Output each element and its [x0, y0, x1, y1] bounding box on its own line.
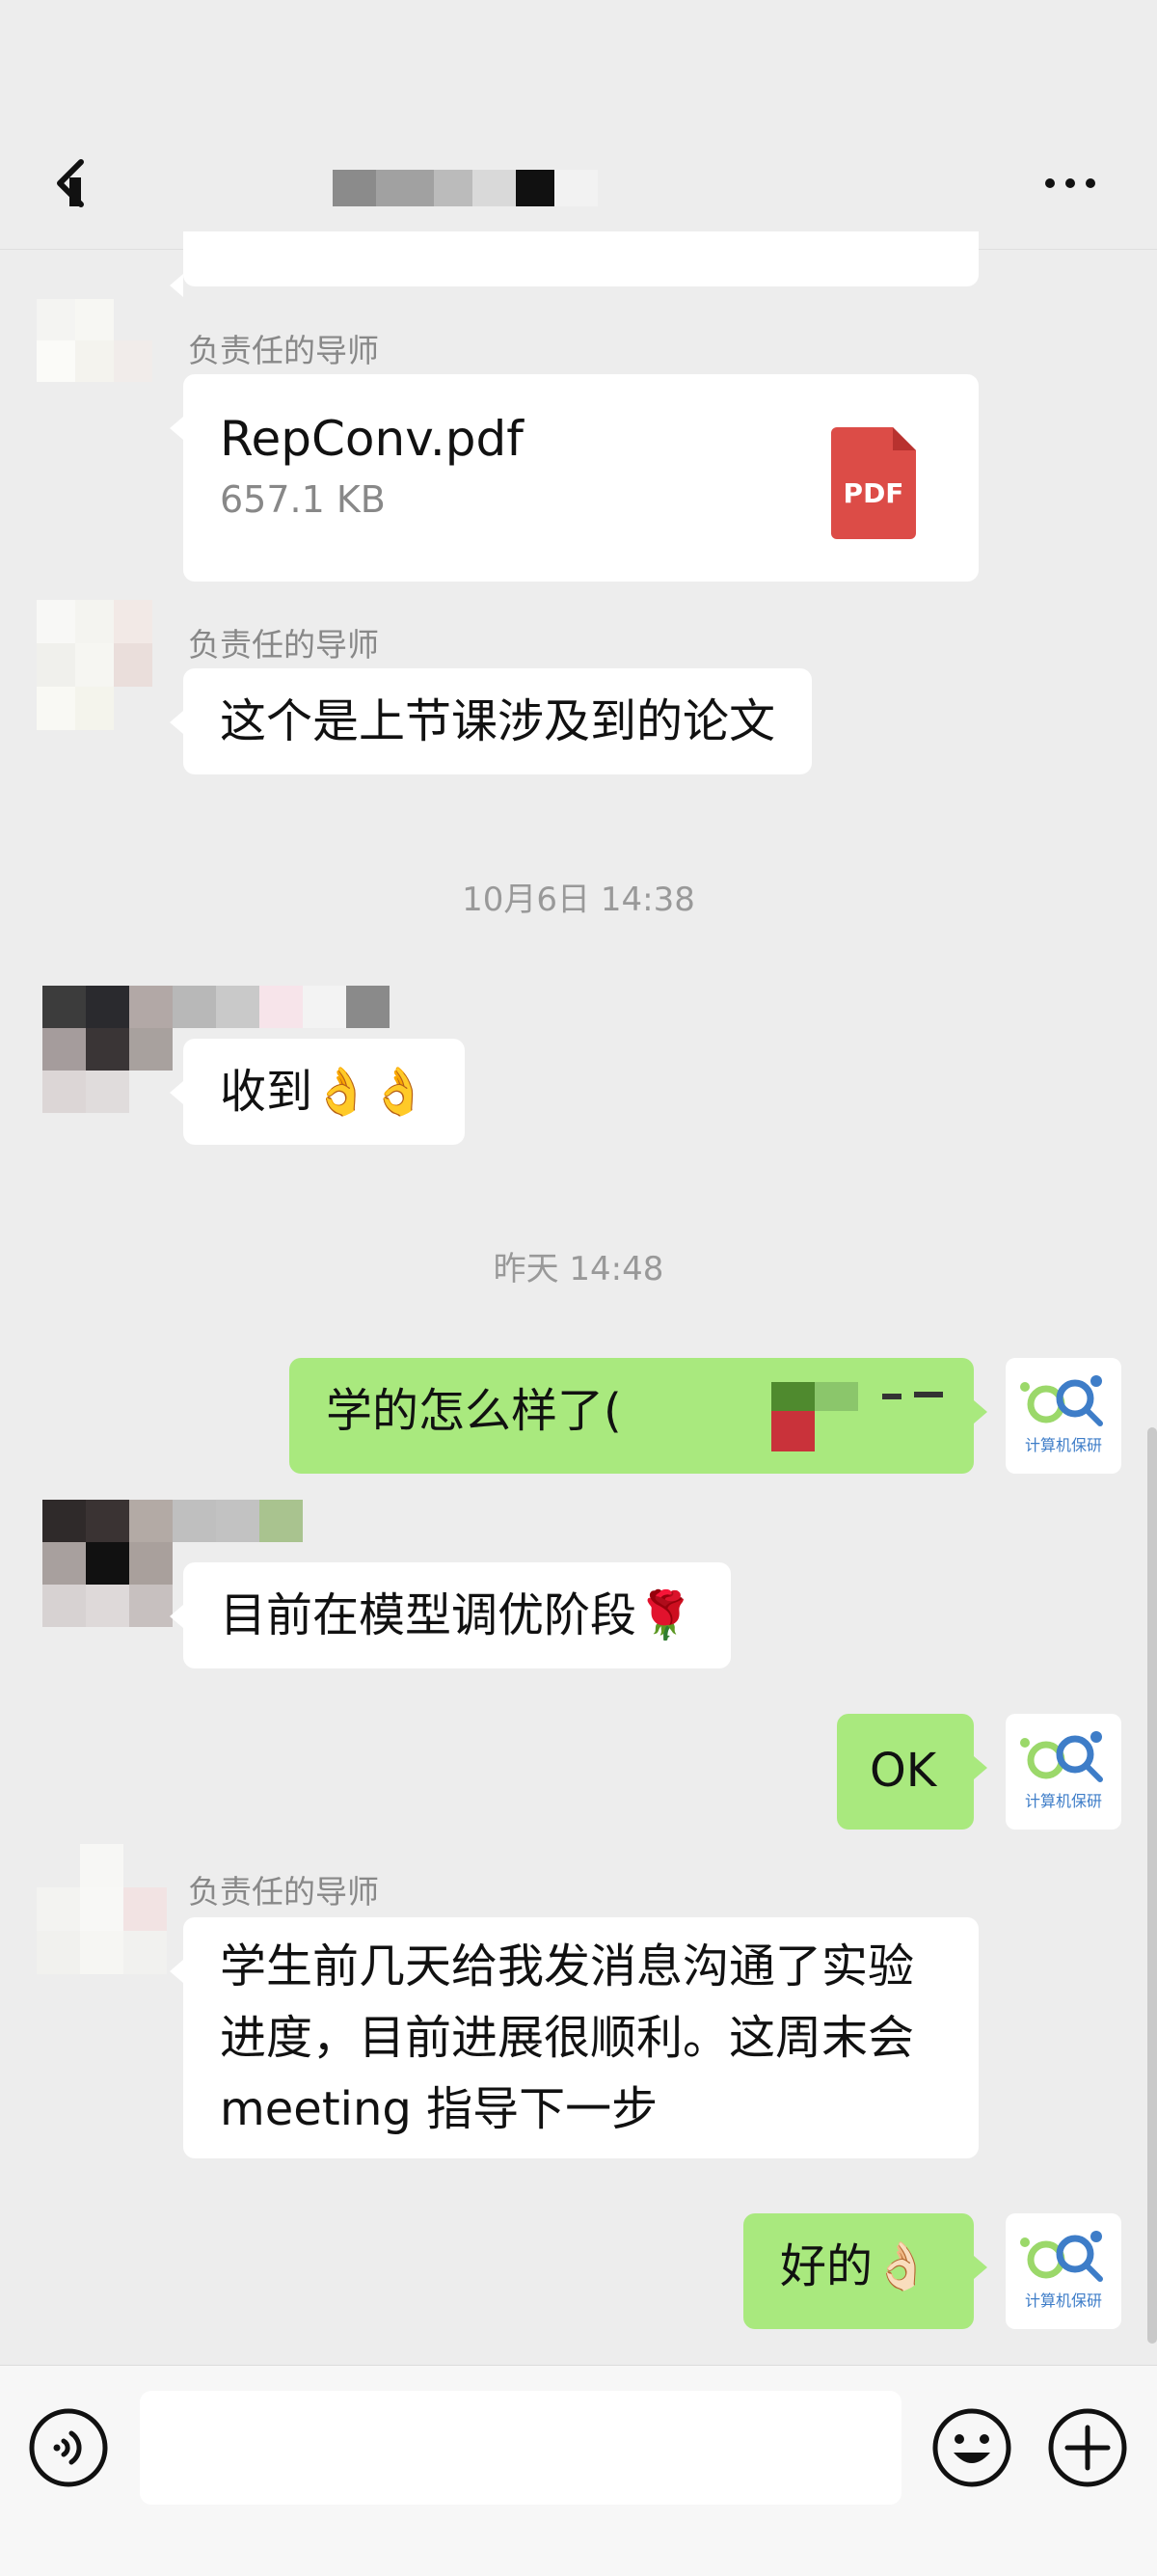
message-bubble-partial[interactable] [170, 231, 979, 297]
voice-icon [29, 2408, 108, 2487]
brand-logo-icon: 计算机保研 [1020, 1731, 1103, 1810]
brand-label: 计算机保研 [1025, 1792, 1102, 1810]
timestamp: 昨天 14:48 [493, 1250, 664, 1288]
sender-name: 负责任的导师 [188, 332, 379, 369]
chevron-left-icon [57, 159, 84, 207]
sender-avatar[interactable] [37, 1844, 167, 1974]
message-bubble-outgoing[interactable]: OK [837, 1714, 987, 1830]
chat-title-redacted [333, 170, 603, 206]
brand-logo-icon: 计算机保研 [1020, 2231, 1103, 2310]
message-text: 收到👌👌 [220, 1065, 428, 1119]
more-dots-icon [1045, 178, 1095, 188]
message-text: 这个是上节课涉及到的论文 [220, 694, 776, 748]
sender-avatar[interactable] [37, 299, 152, 424]
self-avatar[interactable]: 计算机保研 [1006, 2213, 1121, 2329]
message-bubble[interactable]: 学生前几天给我发消息沟通了实验进度，目前进展很顺利。这周末会 meeting 指… [170, 1917, 979, 2158]
redaction-block [771, 1382, 955, 1469]
file-message[interactable]: RepConv.pdf 657.1 KB PDF [170, 374, 979, 582]
more-actions-button[interactable] [1046, 2406, 1129, 2489]
timestamp: 10月6日 14:38 [462, 881, 695, 919]
input-bar [0, 2365, 1157, 2576]
message-bubble[interactable]: 这个是上节课涉及到的论文 [169, 668, 813, 774]
sender-avatar[interactable] [37, 600, 152, 730]
emoji-icon [932, 2408, 1011, 2487]
scrollbar[interactable] [1147, 1427, 1157, 2344]
plus-icon [1048, 2408, 1127, 2487]
sender-name: 负责任的导师 [188, 626, 379, 664]
message-bubble-outgoing[interactable]: 好的👌🏻 [743, 2213, 987, 2329]
pdf-file-icon: PDF [831, 427, 916, 539]
message-bubble[interactable]: 目前在模型调优阶段🌹 [170, 1562, 731, 1668]
self-avatar[interactable]: 计算机保研 [1006, 1714, 1121, 1830]
message-bubble-outgoing[interactable]: 学的怎么样了( [289, 1358, 987, 1474]
brand-logo-icon: 计算机保研 [1020, 1375, 1103, 1454]
self-avatar[interactable]: 计算机保研 [1006, 1358, 1121, 1474]
sender-name: 负责任的导师 [188, 1873, 379, 1911]
emoji-button[interactable] [930, 2406, 1013, 2489]
more-button[interactable] [1036, 164, 1104, 203]
brand-label: 计算机保研 [1025, 1436, 1102, 1454]
brand-label: 计算机保研 [1025, 2291, 1102, 2310]
message-input[interactable] [140, 2391, 901, 2505]
message-text: 学生前几天给我发消息沟通了实验进度，目前进展很顺利。这周末会 meeting 指… [220, 1939, 915, 2136]
message-bubble[interactable]: 收到👌👌 [170, 1039, 465, 1145]
message-text: 目前在模型调优阶段🌹 [220, 1588, 694, 1642]
pdf-badge-label: PDF [843, 477, 904, 509]
file-size: 657.1 KB [220, 478, 386, 521]
voice-button[interactable] [27, 2406, 110, 2489]
chat-header [0, 0, 1157, 250]
message-text: OK [870, 1744, 937, 1798]
message-text: 好的👌🏻 [780, 2239, 930, 2293]
file-name: RepConv.pdf [220, 411, 524, 467]
back-button[interactable] [46, 154, 104, 212]
